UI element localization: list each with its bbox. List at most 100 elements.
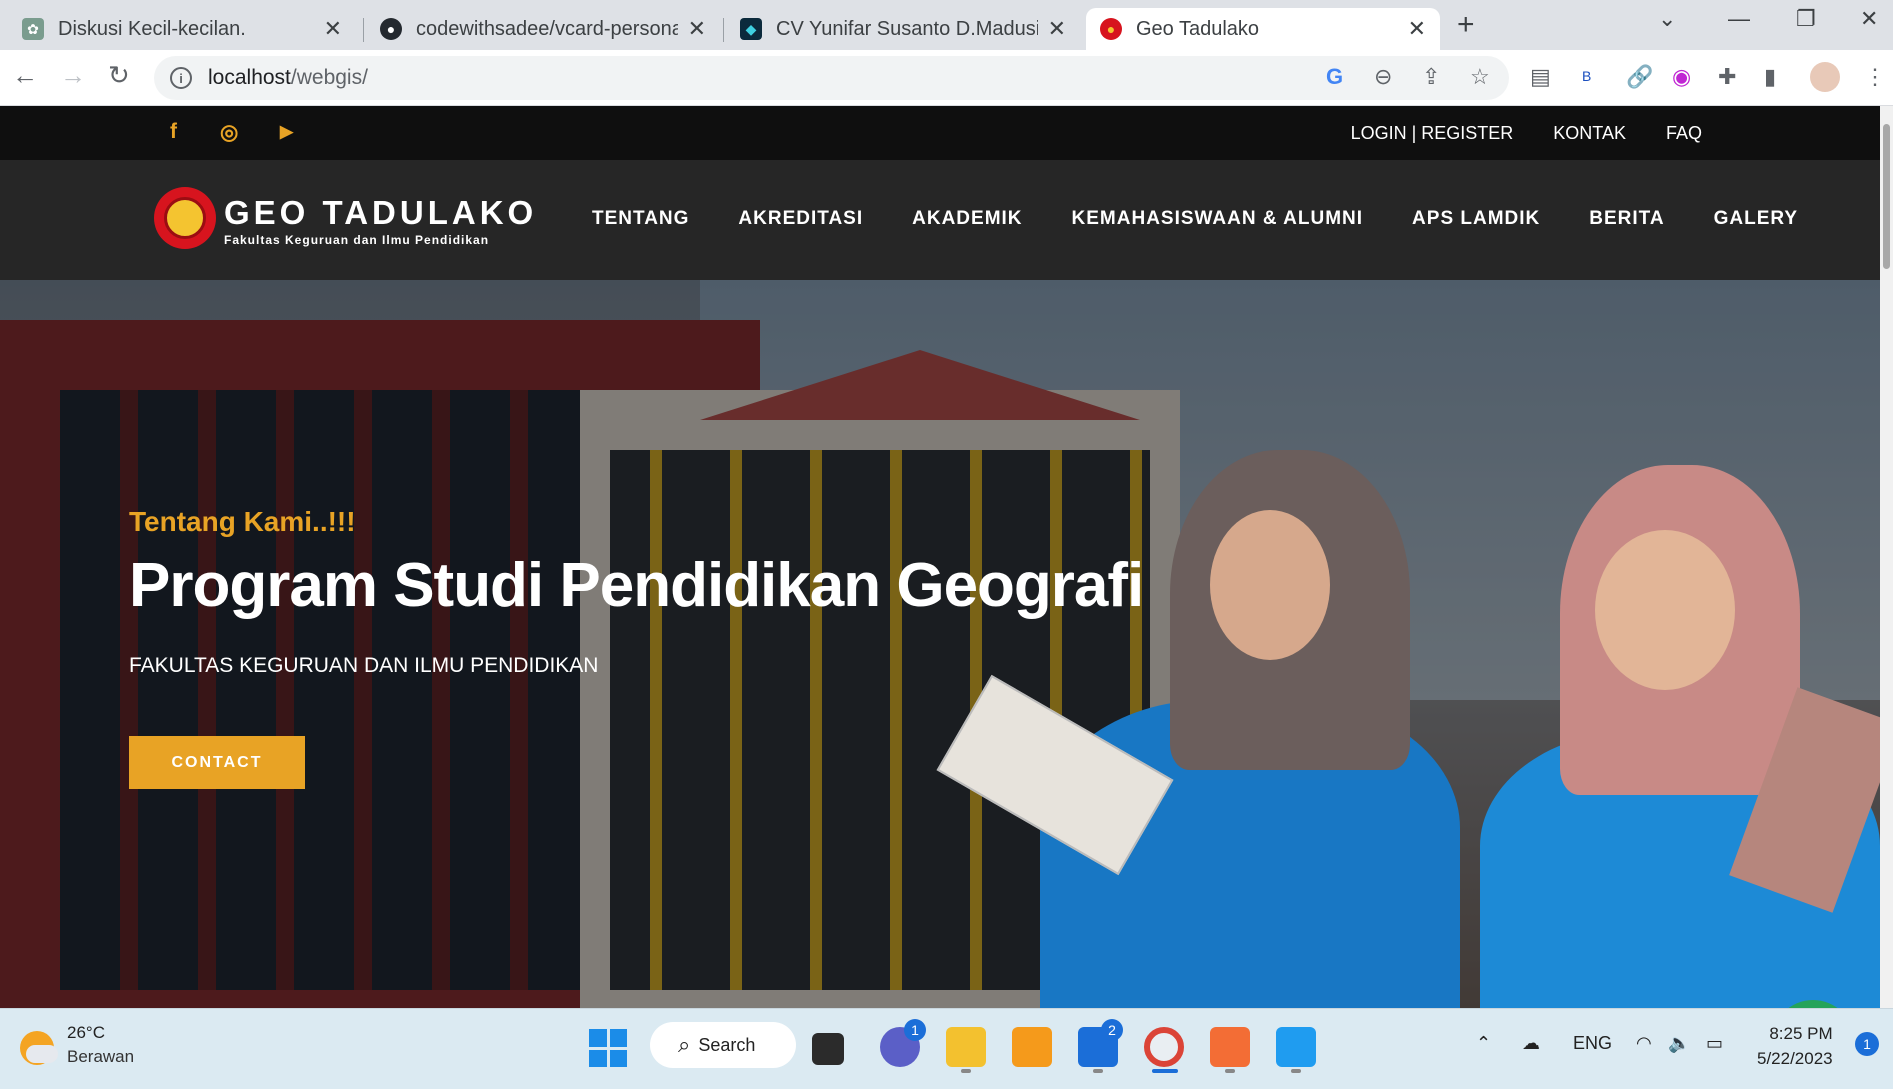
hero-headline: Program Studi Pendidikan Geografi <box>129 551 1144 620</box>
close-window-icon[interactable]: ✕ <box>1860 6 1878 32</box>
minimize-icon[interactable]: — <box>1728 6 1750 32</box>
instagram-icon[interactable]: ◎ <box>220 120 238 145</box>
menu-berita[interactable]: BERITA <box>1589 208 1664 230</box>
tadulako-logo[interactable] <box>154 187 216 249</box>
running-indicator <box>1291 1069 1301 1073</box>
chat-app-icon: ✿ <box>22 18 44 40</box>
tab-title: Geo Tadulako <box>1136 17 1260 40</box>
facebook-icon[interactable]: f <box>170 120 177 144</box>
student-right-face <box>1595 530 1735 690</box>
chrome-icon[interactable] <box>1144 1027 1184 1067</box>
tab-separator <box>723 18 724 42</box>
tab-title: Diskusi Kecil-kecilan. <box>58 17 246 40</box>
bookmark-star-icon[interactable]: ☆ <box>1470 64 1490 90</box>
tab-cv[interactable]: ◆ CV Yunifar Susanto D.Madusila ✕ <box>726 8 1080 50</box>
page-scrollbar[interactable] <box>1880 106 1893 1008</box>
cv-site-icon: ◆ <box>740 18 762 40</box>
close-tab-icon[interactable]: ✕ <box>1048 16 1066 42</box>
hero-section: Tentang Kami..!!! Program Studi Pendidik… <box>0 280 1880 1008</box>
clock-date: 5/22/2023 <box>1757 1049 1833 1068</box>
faq-link[interactable]: FAQ <box>1666 123 1702 144</box>
weather-condition[interactable]: Berawan <box>67 1047 134 1067</box>
hero-subline: FAKULTAS KEGURUAN DAN ILMU PENDIDIKAN <box>129 654 599 677</box>
system-clock[interactable]: 8:25 PM 5/22/2023 <box>1757 1021 1833 1071</box>
youtube-icon[interactable]: ▶ <box>280 122 293 142</box>
address-bar[interactable]: i localhost/webgis/ <box>154 56 1509 100</box>
hero-kicker: Tentang Kami..!!! <box>129 506 356 537</box>
show-hidden-icons-chevron[interactable]: ⌃ <box>1476 1033 1491 1054</box>
menu-tentang[interactable]: TENTANG <box>592 208 689 230</box>
tab-search-icon[interactable]: ⌄ <box>1658 6 1676 32</box>
tab-geo-tadulako[interactable]: ● Geo Tadulako ✕ <box>1086 8 1440 50</box>
browser-toolbar: ← → ↻ i localhost/webgis/ G ⊖ ⇪ ☆ ▤ B 🔗 … <box>0 50 1893 106</box>
weather-temp[interactable]: 26°C <box>67 1023 105 1043</box>
close-tab-icon[interactable]: ✕ <box>1408 16 1426 42</box>
sublime-text-icon[interactable] <box>1012 1027 1052 1067</box>
tab-diskusi[interactable]: ✿ Diskusi Kecil-kecilan. ✕ <box>8 8 356 50</box>
site-info-icon[interactable]: i <box>170 67 192 89</box>
restore-icon[interactable]: ❐ <box>1796 6 1816 32</box>
tab-separator <box>363 18 364 42</box>
teams-badge: 1 <box>904 1019 926 1041</box>
brand-name: GEO TADULAKO <box>224 194 538 231</box>
menu-kebab-icon[interactable]: ⋮ <box>1864 64 1886 90</box>
reload-icon[interactable]: ↻ <box>108 60 130 91</box>
google-icon[interactable]: G <box>1326 64 1343 90</box>
color-extension-icon[interactable]: ◉ <box>1672 64 1691 90</box>
onedrive-cloud-icon[interactable]: ☁ <box>1522 1033 1540 1054</box>
close-tab-icon[interactable]: ✕ <box>324 16 342 42</box>
volume-icon[interactable]: 🔈 <box>1668 1033 1690 1054</box>
url-text[interactable]: localhost/webgis/ <box>208 66 368 90</box>
logo-emblem <box>164 197 206 239</box>
tab-strip: ✿ Diskusi Kecil-kecilan. ✕ ● codewithsad… <box>0 0 1893 50</box>
xampp-icon[interactable] <box>1210 1027 1250 1067</box>
brand-subtitle: Fakultas Keguruan dan Ilmu Pendidikan <box>224 233 490 247</box>
file-explorer-icon[interactable] <box>946 1027 986 1067</box>
share-icon[interactable]: ⇪ <box>1422 64 1440 90</box>
close-tab-icon[interactable]: ✕ <box>688 16 706 42</box>
main-menu: TENTANG AKREDITASI AKADEMIK KEMAHASISWAA… <box>592 208 1798 230</box>
language-indicator[interactable]: ENG <box>1573 1033 1612 1054</box>
top-bar: f ◎ ▶ LOGIN | REGISTER KONTAK FAQ <box>0 106 1880 160</box>
taskbar-search[interactable]: ⌕ Search <box>650 1022 796 1068</box>
active-app-indicator <box>1152 1069 1178 1073</box>
vscode-icon[interactable] <box>1276 1027 1316 1067</box>
menu-kemahasiswaan[interactable]: KEMAHASISWAAN & ALUMNI <box>1072 208 1364 230</box>
menu-aps-lamdik[interactable]: APS LAMDIK <box>1412 208 1540 230</box>
login-register-link[interactable]: LOGIN | REGISTER <box>1351 123 1514 144</box>
reading-list-icon[interactable]: ▤ <box>1530 64 1551 90</box>
extension-b-icon[interactable]: B <box>1582 68 1591 84</box>
forward-icon[interactable]: → <box>60 60 86 91</box>
running-indicator <box>1093 1069 1103 1073</box>
tadulako-icon: ● <box>1100 18 1122 40</box>
wifi-icon[interactable]: ◠ <box>1636 1033 1652 1054</box>
webpage: f ◎ ▶ LOGIN | REGISTER KONTAK FAQ GEO TA… <box>0 106 1880 1008</box>
search-icon: ⌕ <box>678 1032 691 1057</box>
windows-taskbar: 26°C Berawan ⌕ Search 1 2 ⌃ ☁ ENG ◠ 🔈 ▭ … <box>0 1008 1893 1089</box>
kontak-link[interactable]: KONTAK <box>1553 123 1626 144</box>
back-icon[interactable]: ← <box>12 60 38 91</box>
new-tab-button[interactable]: + <box>1457 8 1475 42</box>
url-host: localhost <box>208 66 291 89</box>
search-label: Search <box>698 1034 756 1055</box>
battery-icon[interactable]: ▭ <box>1706 1033 1723 1054</box>
link-extension-icon[interactable]: 🔗 <box>1626 64 1653 90</box>
menu-galery[interactable]: GALERY <box>1714 208 1798 230</box>
scrollbar-thumb[interactable] <box>1883 124 1890 269</box>
tab-github[interactable]: ● codewithsadee/vcard-personal-p ✕ <box>366 8 720 50</box>
top-links: LOGIN | REGISTER KONTAK FAQ <box>1351 123 1702 144</box>
notification-badge[interactable]: 1 <box>1855 1032 1879 1056</box>
menu-akreditasi[interactable]: AKREDITASI <box>738 208 863 230</box>
url-path: /webgis/ <box>290 66 368 89</box>
profile-avatar[interactable] <box>1810 62 1840 92</box>
github-icon: ● <box>380 18 402 40</box>
side-panel-icon[interactable]: ▮ <box>1764 64 1776 90</box>
zoom-icon[interactable]: ⊖ <box>1374 64 1392 90</box>
windows-start-icon[interactable] <box>589 1029 627 1067</box>
brand[interactable]: GEO TADULAKO Fakultas Keguruan dan Ilmu … <box>224 194 537 247</box>
contact-button[interactable]: CONTACT <box>129 736 305 789</box>
running-indicator <box>961 1069 971 1073</box>
extensions-puzzle-icon[interactable]: ✚ <box>1718 64 1736 90</box>
menu-akademik[interactable]: AKADEMIK <box>912 208 1022 230</box>
task-view-icon[interactable] <box>812 1033 844 1065</box>
